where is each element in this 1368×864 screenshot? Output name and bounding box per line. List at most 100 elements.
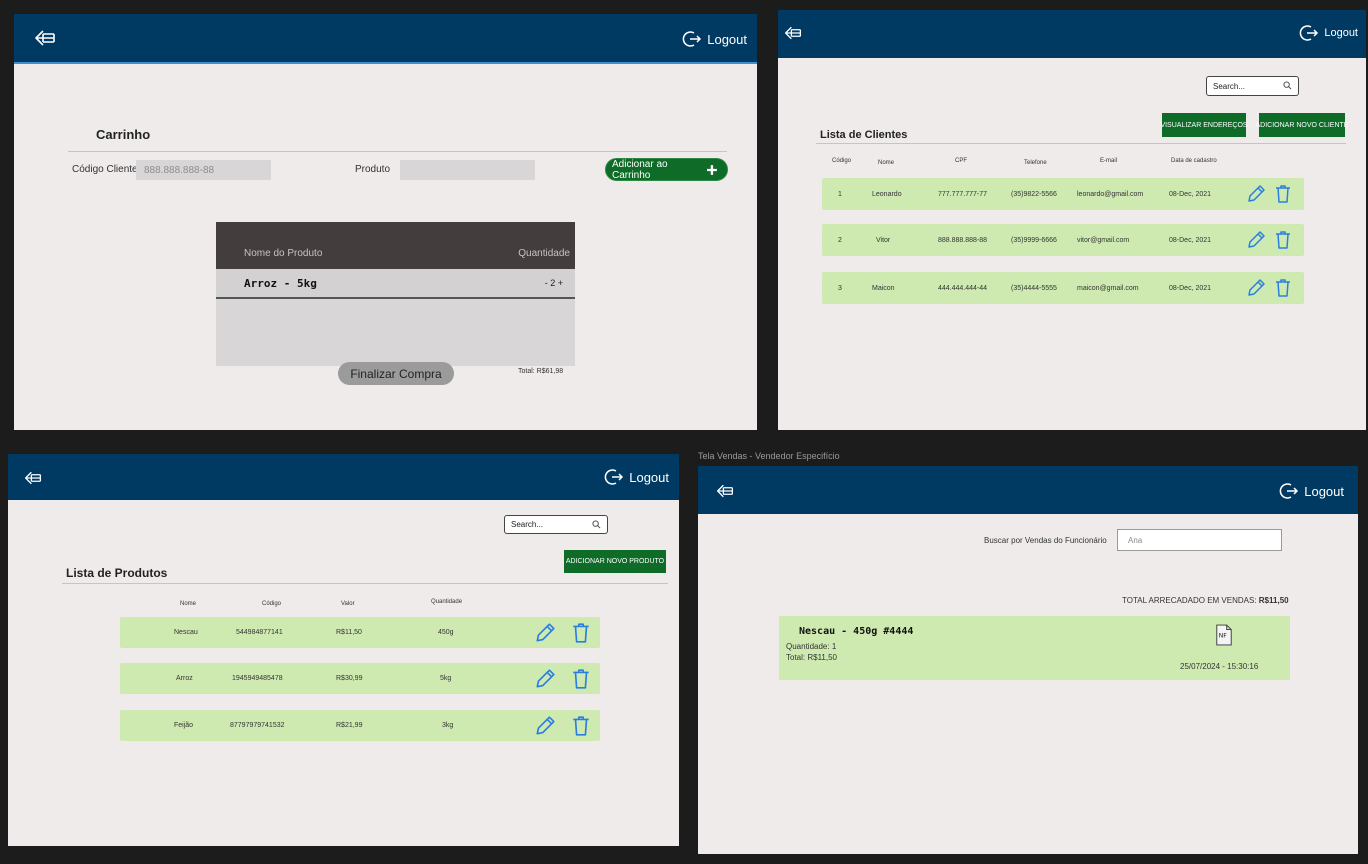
edit-pencil-icon[interactable] [1246, 184, 1266, 204]
sales-screen: Logout Buscar por Vendas do Funcionário … [698, 466, 1358, 854]
cell-nome: Feijão [174, 722, 194, 729]
quantity-stepper[interactable]: - 2 + [545, 278, 563, 288]
logout-icon [1299, 25, 1319, 41]
add-client-button[interactable]: ADICIONAR NOVO CLIENTE [1256, 113, 1348, 137]
top-bar: Logout [698, 466, 1358, 514]
cell-codigo: 3 [838, 285, 842, 292]
back-arrow-icon[interactable] [24, 469, 42, 487]
product-label: Produto [355, 164, 391, 175]
total-sales-text: TOTAL ARRECADADO EM VENDAS: R$11,50 [1122, 596, 1289, 605]
cell-codigo: 2 [838, 237, 842, 244]
header-codigo: Código [832, 158, 852, 164]
cell-email: vitor@gmail.com [1077, 237, 1130, 244]
logout-label: Logout [1324, 27, 1358, 39]
total-sales-label: TOTAL ARRECADADO EM VENDAS: [1122, 596, 1257, 605]
cart-table-header: Nome do Produto Quantidade [216, 222, 575, 269]
cell-cpf: 888.888.888-88 [938, 237, 988, 244]
back-arrow-icon[interactable] [34, 29, 56, 47]
search-placeholder: Search... [511, 520, 544, 529]
cell-quantidade: 3kg [442, 722, 454, 729]
page-title: Carrinho [96, 127, 151, 142]
trash-icon[interactable] [570, 667, 592, 691]
logout-label: Logout [707, 31, 747, 47]
cell-nome: Maicon [872, 285, 895, 292]
cart-table-body: Arroz - 5kg - 2 + [216, 269, 575, 366]
search-icon [1283, 81, 1292, 90]
trash-icon[interactable] [570, 714, 592, 738]
client-code-label: Código Cliente [72, 164, 138, 175]
view-addresses-button[interactable]: VISUALIZAR ENDEREÇOS [1160, 113, 1248, 137]
header-product-name: Nome do Produto [244, 248, 323, 259]
top-bar: Logout [14, 14, 757, 64]
product-input[interactable] [400, 160, 535, 180]
client-code-input[interactable]: 888.888.888-88 [136, 160, 271, 180]
clients-screen: Logout Search... VISUALIZAR ENDEREÇOS AD… [778, 10, 1366, 430]
edit-pencil-icon[interactable] [534, 668, 556, 690]
table-row[interactable]: Arroz 1945949485478 R$30,99 5kg [120, 663, 600, 694]
back-arrow-icon[interactable] [716, 482, 734, 500]
page-title: Lista de Produtos [66, 566, 168, 580]
cell-telefone: (35)9822-5566 [1011, 191, 1057, 198]
header-email: E-mail [1100, 158, 1118, 164]
logout-label: Logout [629, 469, 669, 485]
trash-icon[interactable] [1273, 183, 1293, 205]
edit-pencil-icon[interactable] [534, 622, 556, 644]
cell-cpf: 777.777.777-77 [938, 191, 988, 198]
logout-button[interactable]: Logout [604, 467, 669, 487]
trash-icon[interactable] [570, 621, 592, 645]
cell-valor: R$30,99 [336, 675, 363, 682]
title-divider [62, 583, 668, 584]
edit-pencil-icon[interactable] [1246, 230, 1266, 250]
header-data-cadastro: Data de cadastro [1171, 158, 1217, 164]
cell-nome: Nescau [174, 629, 198, 636]
title-divider [816, 143, 1346, 144]
cell-data: 08-Dec, 2021 [1169, 191, 1212, 198]
sale-card[interactable]: Nescau - 450g #4444 Quantidade: 1 Total:… [779, 616, 1290, 680]
add-to-cart-label: Adicionar ao Carrinho [612, 158, 668, 181]
cell-valor: R$11,50 [336, 629, 362, 636]
employee-search-input[interactable]: Ana [1117, 529, 1282, 551]
search-input[interactable]: Search... [504, 515, 608, 534]
back-arrow-icon[interactable] [784, 24, 802, 42]
top-bar: Logout [8, 454, 679, 500]
cell-cpf: 444.444.444-44 [938, 285, 988, 292]
trash-icon[interactable] [1273, 229, 1293, 251]
title-divider [68, 151, 727, 152]
cell-telefone: (35)9999-6666 [1011, 237, 1057, 244]
cell-codigo: 1945949485478 [232, 675, 283, 682]
cell-codigo: 544984877141 [236, 629, 283, 636]
header-quantity: Quantidade [518, 248, 570, 259]
logout-button[interactable]: Logout [1299, 23, 1358, 43]
finalize-purchase-button[interactable]: Finalizar Compra [338, 362, 454, 385]
edit-pencil-icon[interactable] [1246, 278, 1266, 298]
invoice-icon[interactable]: NF [1215, 624, 1233, 646]
cell-nome: Arroz [176, 675, 193, 682]
edit-pencil-icon[interactable] [534, 715, 556, 737]
page-title: Lista de Clientes [820, 129, 908, 141]
search-input[interactable]: Search... [1206, 76, 1299, 96]
search-icon [592, 520, 601, 529]
plus-icon [707, 164, 717, 175]
header-cpf: CPF [955, 158, 967, 164]
sale-title: Nescau - 450g #4444 [799, 626, 914, 637]
cart-total: Total: R$61,98 [518, 368, 564, 375]
sale-quantity: Quantidade: 1 [786, 642, 837, 651]
table-row[interactable]: 3 Maicon 444.444.444-44 (35)4444-5555 ma… [822, 272, 1304, 304]
logout-icon [682, 31, 702, 47]
table-row[interactable]: 2 Vitor 888.888.888-88 (35)9999-6666 vit… [822, 224, 1304, 256]
table-row[interactable]: 1 Leonardo 777.777.777-77 (35)9822-5566 … [822, 178, 1304, 210]
table-row[interactable]: Nescau 544984877141 R$11,50 450g [120, 617, 600, 648]
add-to-cart-button[interactable]: Adicionar ao Carrinho [605, 158, 728, 181]
cell-codigo: 1 [838, 191, 842, 198]
cell-codigo: 87797979741532 [230, 722, 285, 729]
cell-data: 08-Dec, 2021 [1169, 285, 1212, 292]
trash-icon[interactable] [1273, 277, 1293, 299]
add-product-button[interactable]: ADICIONAR NOVO PRODUTO [564, 550, 666, 573]
table-row[interactable]: Feijão 87797979741532 R$21,99 3kg [120, 710, 600, 741]
sale-datetime: 25/07/2024 - 15:30:16 [1180, 662, 1259, 671]
header-quantidade: Quantidade [431, 599, 463, 605]
top-bar: Logout [778, 10, 1366, 58]
logout-button[interactable]: Logout [682, 29, 747, 49]
logout-button[interactable]: Logout [1279, 481, 1344, 501]
cell-data: 08-Dec, 2021 [1169, 237, 1212, 244]
